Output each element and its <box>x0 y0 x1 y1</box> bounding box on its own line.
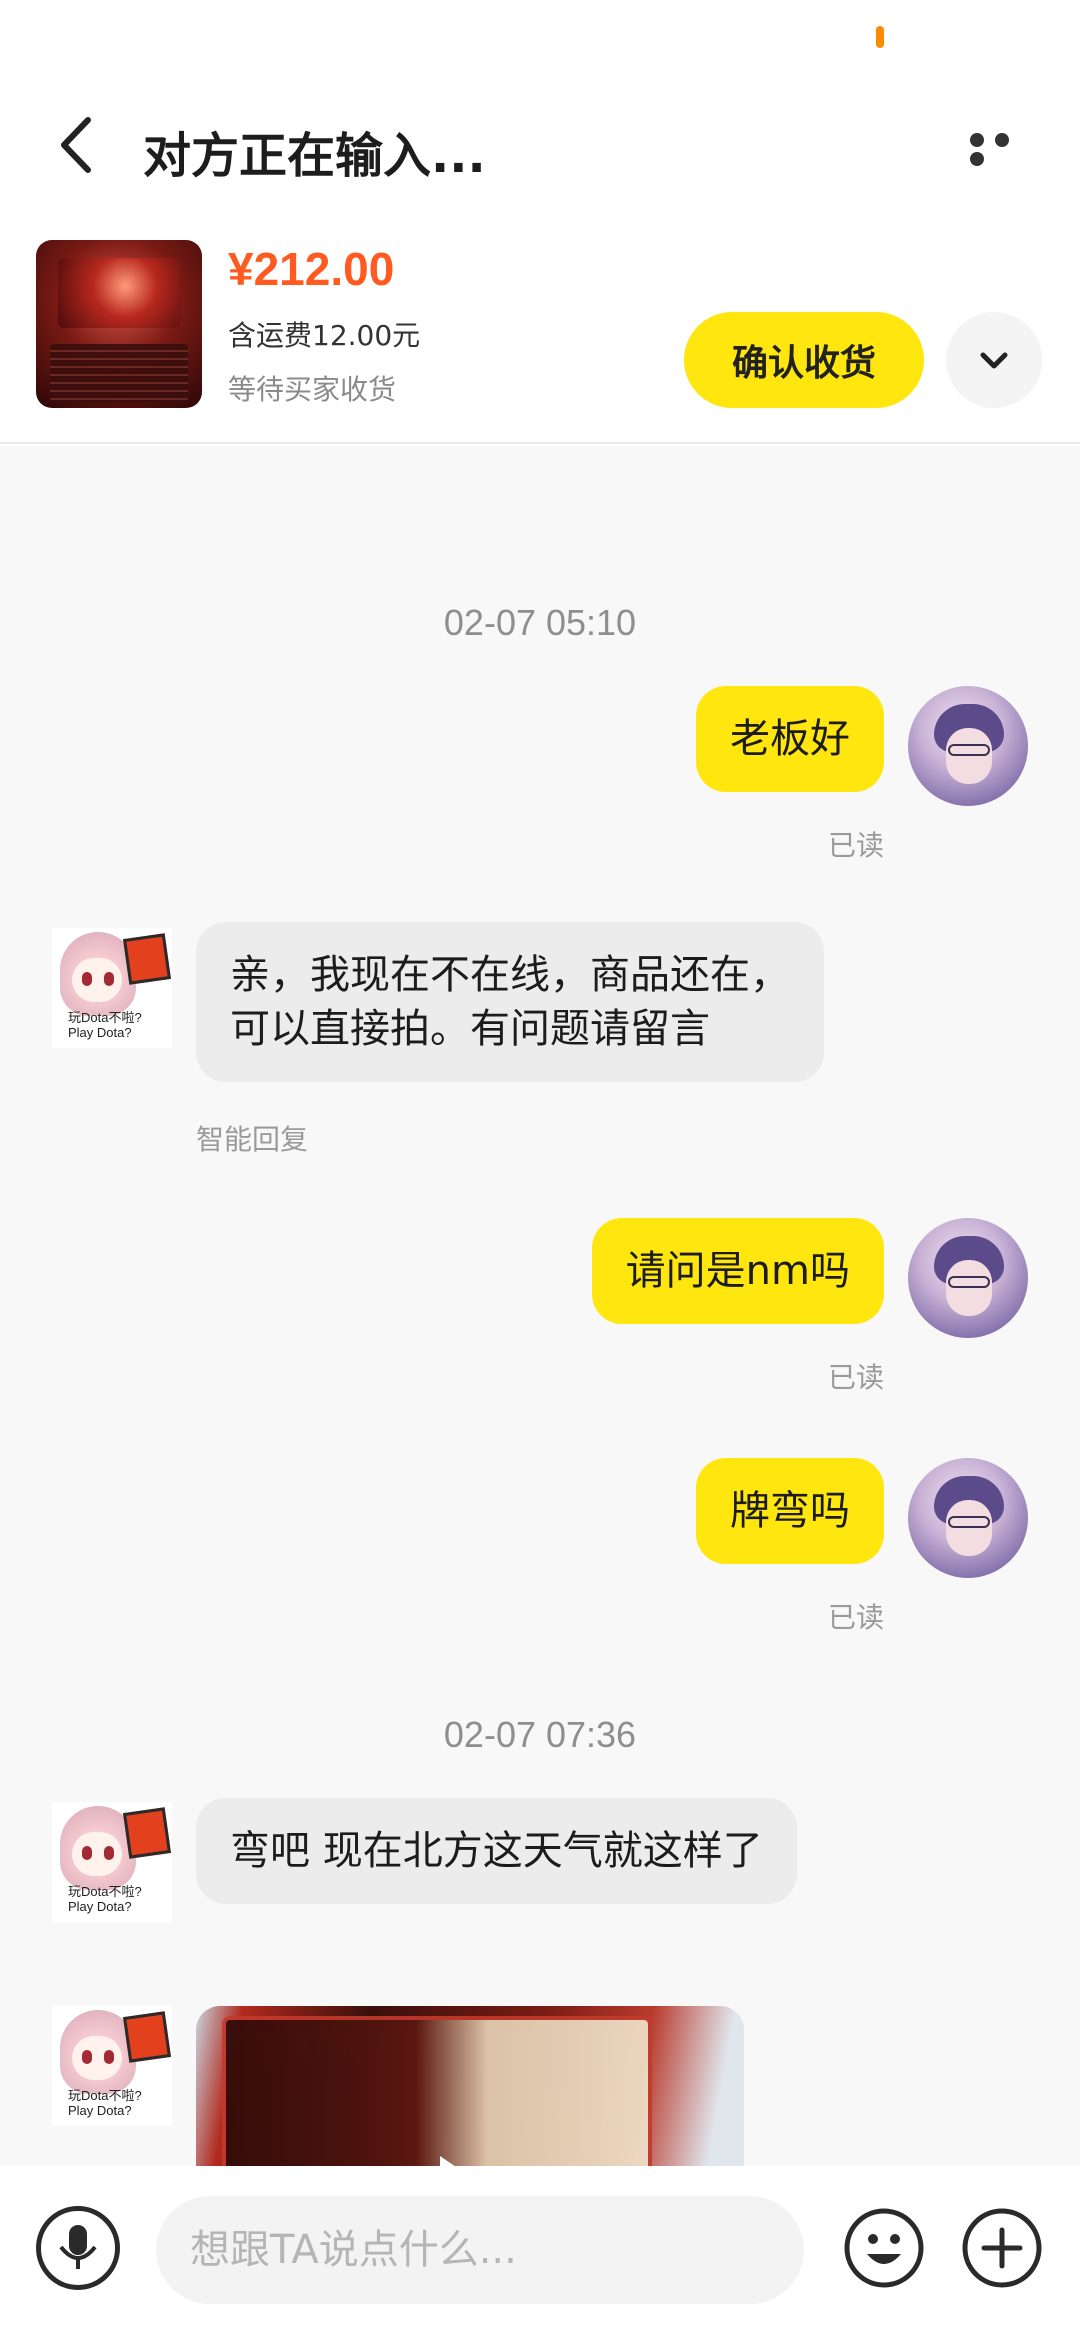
video-message[interactable] <box>196 2006 744 2166</box>
avatar-caption: 玩Dota不啦? <box>68 1884 142 1899</box>
incoming-message[interactable]: 亲，我现在不在线，商品还在， 可以直接拍。有问题请留言 <box>196 922 824 1082</box>
outgoing-message[interactable]: 老板好 <box>696 686 884 792</box>
emoji-icon[interactable] <box>842 2206 926 2290</box>
incoming-message[interactable]: 弯吧 现在北方这天气就这样了 <box>196 1798 797 1904</box>
product-price: ¥212.00 <box>228 243 395 295</box>
seller-avatar[interactable]: 玩Dota不啦? Play Dota? <box>52 1802 172 1922</box>
my-avatar[interactable] <box>908 686 1028 806</box>
input-bar <box>0 2166 1080 2340</box>
my-avatar[interactable] <box>908 1458 1028 1578</box>
outgoing-message[interactable]: 请问是nm吗 <box>591 1218 884 1324</box>
avatar-caption: 玩Dota不啦? <box>68 2088 142 2103</box>
status-indicator <box>876 26 884 48</box>
read-receipt: 已读 <box>827 1601 884 1634</box>
expand-button[interactable] <box>946 312 1042 408</box>
card-image <box>222 2016 652 2166</box>
message-list[interactable]: 02-07 05:10 老板好 已读 玩Dota不啦? Play Dota? 亲，… <box>0 446 1080 2166</box>
read-receipt: 已读 <box>827 829 884 862</box>
message-line: 亲，我现在不在线，商品还在， <box>230 952 790 998</box>
back-arrow-icon[interactable] <box>52 110 102 180</box>
timestamp: 02-07 05:10 <box>443 602 637 643</box>
message-input[interactable] <box>156 2196 804 2304</box>
chat-header: 对方正在输入... <box>0 70 1080 220</box>
product-bar: ¥212.00 含运费12.00元 等待买家收货 确认收货 <box>0 226 1080 444</box>
more-dots-icon[interactable] <box>970 132 1040 166</box>
message-line: 可以直接拍。有问题请留言 <box>230 1006 710 1052</box>
seller-avatar[interactable]: 玩Dota不啦? Play Dota? <box>52 2006 172 2126</box>
plus-icon[interactable] <box>960 2206 1044 2290</box>
seller-avatar[interactable]: 玩Dota不啦? Play Dota? <box>52 928 172 1048</box>
page-title: 对方正在输入... <box>143 128 486 184</box>
avatar-caption: Play Dota? <box>68 2103 132 2118</box>
avatar-caption: Play Dota? <box>68 1899 132 1914</box>
play-icon[interactable] <box>440 2156 484 2166</box>
read-receipt: 已读 <box>827 1361 884 1394</box>
confirm-receipt-button[interactable]: 确认收货 <box>684 312 924 408</box>
product-thumbnail[interactable] <box>36 240 202 408</box>
avatar-caption: 玩Dota不啦? <box>68 1010 142 1025</box>
chevron-down-icon <box>980 352 1008 369</box>
smart-reply-tag: 智能回复 <box>196 1123 309 1156</box>
outgoing-message[interactable]: 牌弯吗 <box>696 1458 884 1564</box>
timestamp: 02-07 07:36 <box>443 1714 637 1755</box>
microphone-icon[interactable] <box>36 2206 120 2290</box>
my-avatar[interactable] <box>908 1218 1028 1338</box>
shipping-fee: 含运费12.00元 <box>228 319 421 352</box>
order-status: 等待买家收货 <box>228 373 397 406</box>
avatar-caption: Play Dota? <box>68 1025 132 1040</box>
